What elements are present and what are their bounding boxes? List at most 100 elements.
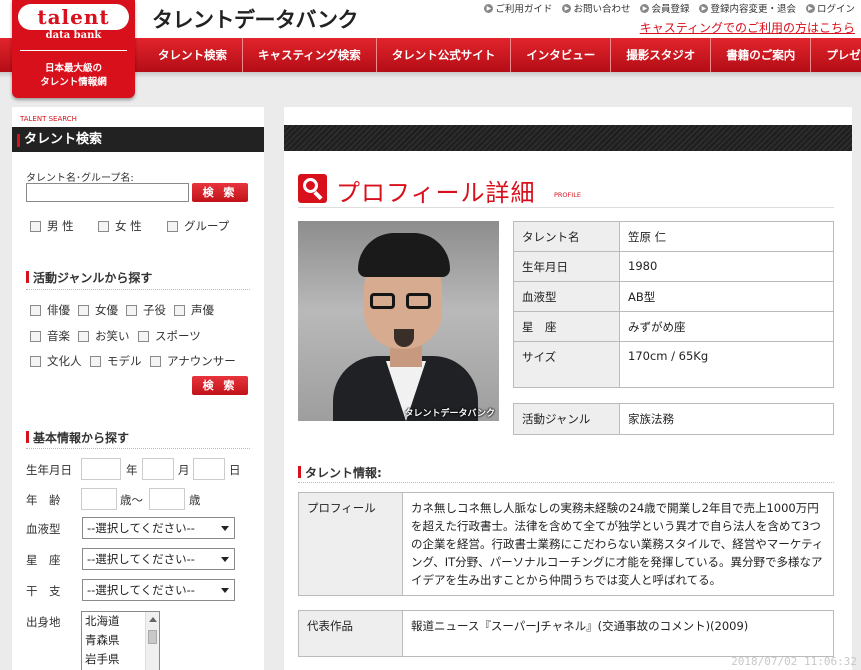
genre-actress[interactable]: 女優 — [78, 302, 118, 318]
arrow-icon: ▶ — [699, 3, 709, 13]
chevron-up-icon[interactable] — [149, 617, 157, 622]
timestamp: 2018/07/02 11:06:32 — [731, 655, 857, 668]
checkbox-icon — [78, 304, 89, 316]
checkbox-male[interactable]: 男 性 — [30, 218, 74, 234]
top-link-login[interactable]: ▶ ログイン — [805, 1, 855, 15]
select-value: --選択してください-- — [87, 521, 195, 535]
photo-watermark: タレントデータバンク — [404, 409, 495, 419]
table-row: 星 座みずがめ座 — [513, 311, 834, 342]
top-link-guide[interactable]: ▶ ご利用ガイド — [484, 1, 552, 15]
top-link-label: 会員登録 — [651, 4, 690, 15]
name-search-input[interactable] — [26, 183, 189, 202]
top-link-label: 登録内容変更・退会 — [710, 4, 796, 15]
scroll-thumb[interactable] — [148, 630, 157, 644]
origin-scrollbar[interactable] — [145, 612, 159, 670]
genre-sports[interactable]: スポーツ — [138, 328, 201, 344]
profile-value: AB型 — [619, 281, 834, 312]
checkbox-label: 文化人 — [47, 354, 82, 368]
divider — [26, 289, 250, 290]
birth-day-input[interactable] — [193, 458, 225, 480]
genre-value: 家族法務 — [619, 403, 834, 435]
sign-select[interactable]: --選択してください-- — [82, 548, 235, 570]
top-link-register[interactable]: ▶ 会員登録 — [640, 1, 689, 15]
arrow-icon: ▶ — [805, 3, 815, 13]
arrow-icon: ▶ — [484, 3, 494, 13]
table-row: プロフィール カネ無しコネ無し人脈なしの実務未経験の24歳で開業し2年目で売上10… — [298, 492, 834, 596]
logo-tagline-2: タレント情報網 — [40, 77, 107, 88]
eto-select[interactable]: --選択してください-- — [82, 579, 235, 601]
checkbox-label: 声優 — [191, 303, 214, 317]
year-unit: 年 — [126, 463, 138, 477]
nav-official-site[interactable]: タレント公式サイト — [377, 38, 512, 72]
page-title-sub: PROFILE — [554, 191, 581, 199]
profile-value: 170cm / 65Kg — [619, 341, 834, 388]
nav-studio[interactable]: 撮影スタジオ — [611, 38, 712, 72]
birth-month-input[interactable] — [142, 458, 174, 480]
nav-present[interactable]: プレゼント — [811, 38, 861, 72]
divider — [26, 448, 250, 449]
info-table: プロフィール カネ無しコネ無し人脈なしの実務未経験の24歳で開業し2年目で売上10… — [298, 492, 834, 596]
sidebar: TALENT SEARCH タレント検索 タレント名･グループ名: 検 索 男 … — [12, 107, 264, 670]
sidebar-caption: TALENT SEARCH — [20, 115, 77, 123]
table-row: 生年月日 1980 — [513, 251, 834, 282]
genre-music[interactable]: 音楽 — [30, 328, 70, 344]
name-label: タレント名･グループ名: — [26, 173, 134, 184]
checkbox-label: 音楽 — [47, 329, 70, 343]
logo-tagline-1: 日本最大級の — [44, 63, 102, 74]
talent-photo: タレントデータバンク — [298, 221, 499, 421]
main-content: プロフィール詳細 PROFILE タレントデータバンク タレント名 笠原 仁 生年… — [284, 107, 852, 670]
nav-casting-search[interactable]: キャスティング検索 — [243, 38, 377, 72]
table-row: 代表作品 報道ニュース『スーパーJチャネル』(交通事故のコメント)(2009) — [298, 610, 834, 657]
nav-talent-search[interactable]: タレント検索 — [140, 38, 243, 72]
info-key: プロフィール — [298, 492, 403, 596]
top-link-edit[interactable]: ▶ 登録内容変更・退会 — [699, 1, 796, 15]
age-to-unit: 歳 — [189, 493, 201, 507]
blood-select[interactable]: --選択してください-- — [82, 517, 235, 539]
divider — [298, 482, 834, 483]
main-header-bar — [284, 125, 852, 151]
checkbox-group[interactable]: グループ — [167, 218, 229, 234]
site-logo[interactable]: talent data bank 日本最大級の タレント情報網 — [12, 0, 135, 98]
checkbox-label: 俳優 — [47, 303, 70, 317]
genre-model[interactable]: モデル — [90, 353, 142, 369]
checkbox-icon — [78, 330, 89, 342]
genre-announcer[interactable]: アナウンサー — [150, 353, 236, 369]
profile-value: 笠原 仁 — [619, 221, 834, 252]
nav-books[interactable]: 書籍のご案内 — [711, 38, 812, 72]
checkbox-icon — [30, 220, 41, 232]
name-search-button[interactable]: 検 索 — [192, 183, 248, 202]
checkbox-label: 女 性 — [115, 219, 142, 233]
select-value: --選択してください-- — [87, 552, 195, 566]
table-row: 活動ジャンル 家族法務 — [513, 403, 834, 435]
profile-value: みずがめ座 — [619, 311, 834, 342]
checkbox-label: 女優 — [95, 303, 118, 317]
genre-child-actor[interactable]: 子役 — [126, 302, 166, 318]
month-unit: 月 — [178, 463, 190, 477]
profile-key: 生年月日 — [513, 251, 620, 282]
checkbox-icon — [138, 330, 149, 342]
checkbox-label: お笑い — [95, 329, 130, 343]
genre-comedy[interactable]: お笑い — [78, 328, 130, 344]
age-to-input[interactable] — [149, 488, 185, 510]
top-link-contact[interactable]: ▶ お問い合わせ — [562, 1, 630, 15]
genre-search-button[interactable]: 検 索 — [192, 376, 248, 395]
checkbox-icon — [126, 304, 137, 316]
genre-actor[interactable]: 俳優 — [30, 302, 70, 318]
site-name[interactable]: タレントデータバンク — [152, 4, 359, 34]
checkbox-icon — [174, 304, 185, 316]
origin-listbox[interactable]: 北海道 青森県 岩手県 — [81, 611, 160, 670]
birth-year-input[interactable] — [81, 458, 121, 480]
profile-key: 星 座 — [513, 311, 620, 342]
genre-intellectual[interactable]: 文化人 — [30, 353, 82, 369]
checkbox-female[interactable]: 女 性 — [98, 218, 142, 234]
top-link-label: ログイン — [816, 4, 855, 15]
day-unit: 日 — [229, 463, 241, 477]
genre-voice-actor[interactable]: 声優 — [174, 302, 214, 318]
genre-table: 活動ジャンル 家族法務 — [513, 403, 834, 435]
genre-section-title: 活動ジャンルから探す — [26, 269, 152, 286]
casting-link[interactable]: キャスティングでのご利用の方はこちら — [640, 19, 855, 36]
nav-interview[interactable]: インタビュー — [511, 38, 612, 72]
age-from-input[interactable] — [81, 488, 117, 510]
genre-key: 活動ジャンル — [513, 403, 620, 435]
age-from-unit: 歳～ — [120, 493, 143, 507]
